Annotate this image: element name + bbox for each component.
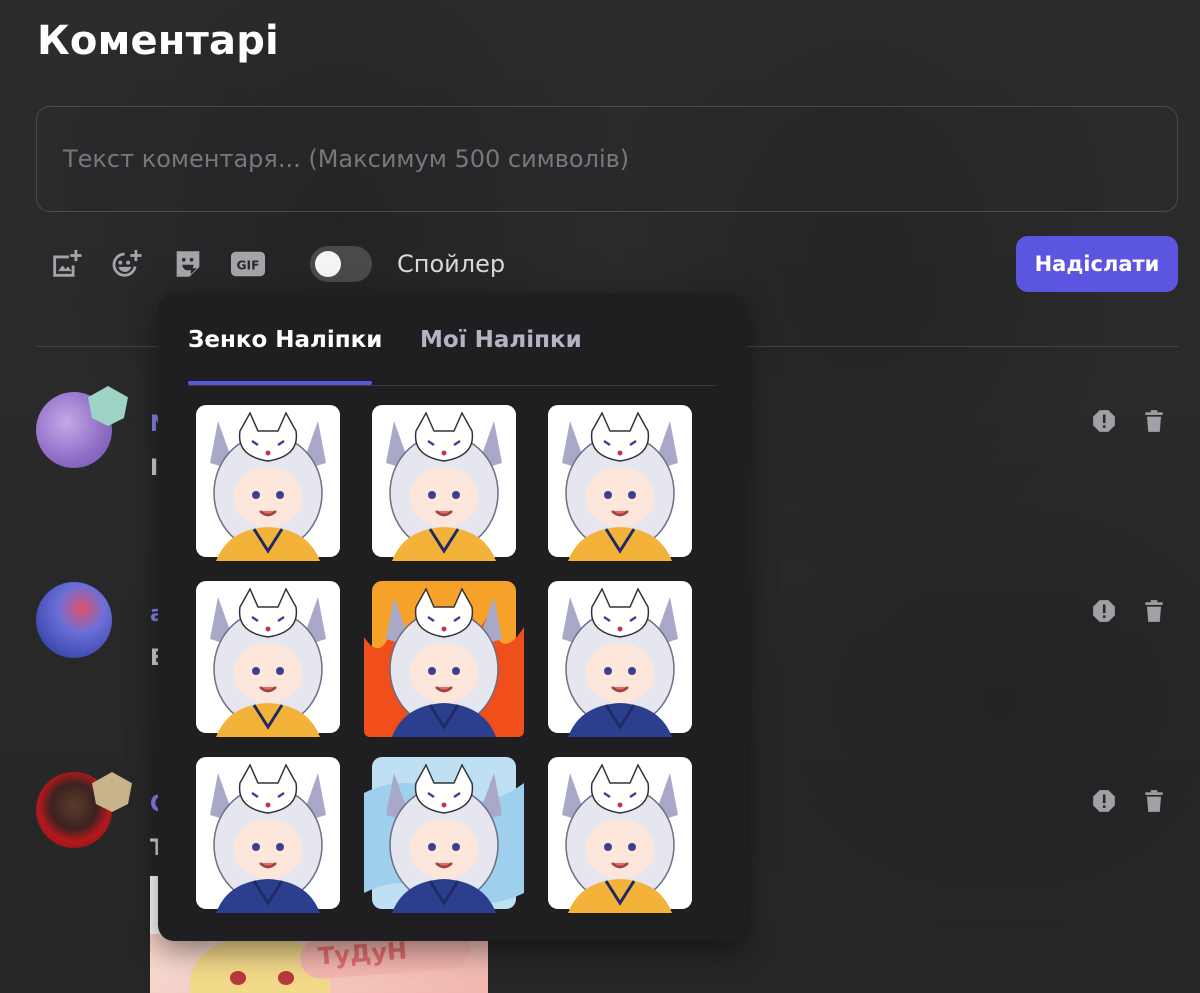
sticker-fox-boy-waving[interactable] bbox=[540, 577, 700, 737]
sticker-fox-boy-cheer[interactable] bbox=[188, 753, 348, 913]
sticker-fox-girl-crying[interactable] bbox=[364, 401, 524, 561]
delete-icon[interactable] bbox=[1139, 786, 1169, 816]
add-image-icon[interactable] bbox=[48, 246, 84, 282]
comments-page: Коментарі GIF Спойлер Надіслати N I a bbox=[0, 0, 1200, 993]
delete-icon[interactable] bbox=[1139, 406, 1169, 436]
gif-icon-label: GIF bbox=[236, 259, 259, 273]
send-button[interactable]: Надіслати bbox=[1016, 236, 1178, 292]
tab-my-stickers[interactable]: Мої Наліпки bbox=[420, 327, 582, 353]
sticker-fox-boy-sad[interactable] bbox=[364, 753, 524, 913]
sticker-fox-girl-angry[interactable] bbox=[188, 401, 348, 561]
sticker-tabs: Зенко Наліпки Мої Наліпки bbox=[188, 293, 716, 386]
report-icon[interactable] bbox=[1089, 786, 1119, 816]
active-tab-indicator bbox=[188, 381, 372, 385]
spoiler-label: Спойлер bbox=[397, 250, 506, 278]
sticker-fox-girl-waving[interactable] bbox=[540, 401, 700, 561]
comment-text: I bbox=[150, 456, 159, 481]
tab-zenko-stickers[interactable]: Зенко Наліпки bbox=[188, 327, 382, 353]
image-eye bbox=[278, 971, 294, 985]
comment-input[interactable] bbox=[36, 106, 1178, 212]
sticker-fox-duo-hug[interactable] bbox=[188, 577, 348, 737]
sticker-fox-girl-sparkle[interactable] bbox=[540, 753, 700, 913]
spoiler-toggle[interactable] bbox=[310, 246, 372, 282]
report-icon[interactable] bbox=[1089, 596, 1119, 626]
gif-icon[interactable]: GIF bbox=[230, 246, 266, 282]
toggle-knob bbox=[315, 251, 341, 277]
sticker-fox-boy-fire-angry[interactable] bbox=[364, 577, 524, 737]
sticker-picker: Зенко Наліпки Мої Наліпки bbox=[158, 293, 746, 941]
add-emoji-icon[interactable] bbox=[108, 246, 144, 282]
avatar[interactable] bbox=[36, 582, 112, 658]
image-eye bbox=[230, 971, 246, 985]
sticker-icon[interactable] bbox=[170, 246, 206, 282]
report-icon[interactable] bbox=[1089, 406, 1119, 436]
page-title: Коментарі bbox=[37, 18, 279, 64]
delete-icon[interactable] bbox=[1139, 596, 1169, 626]
